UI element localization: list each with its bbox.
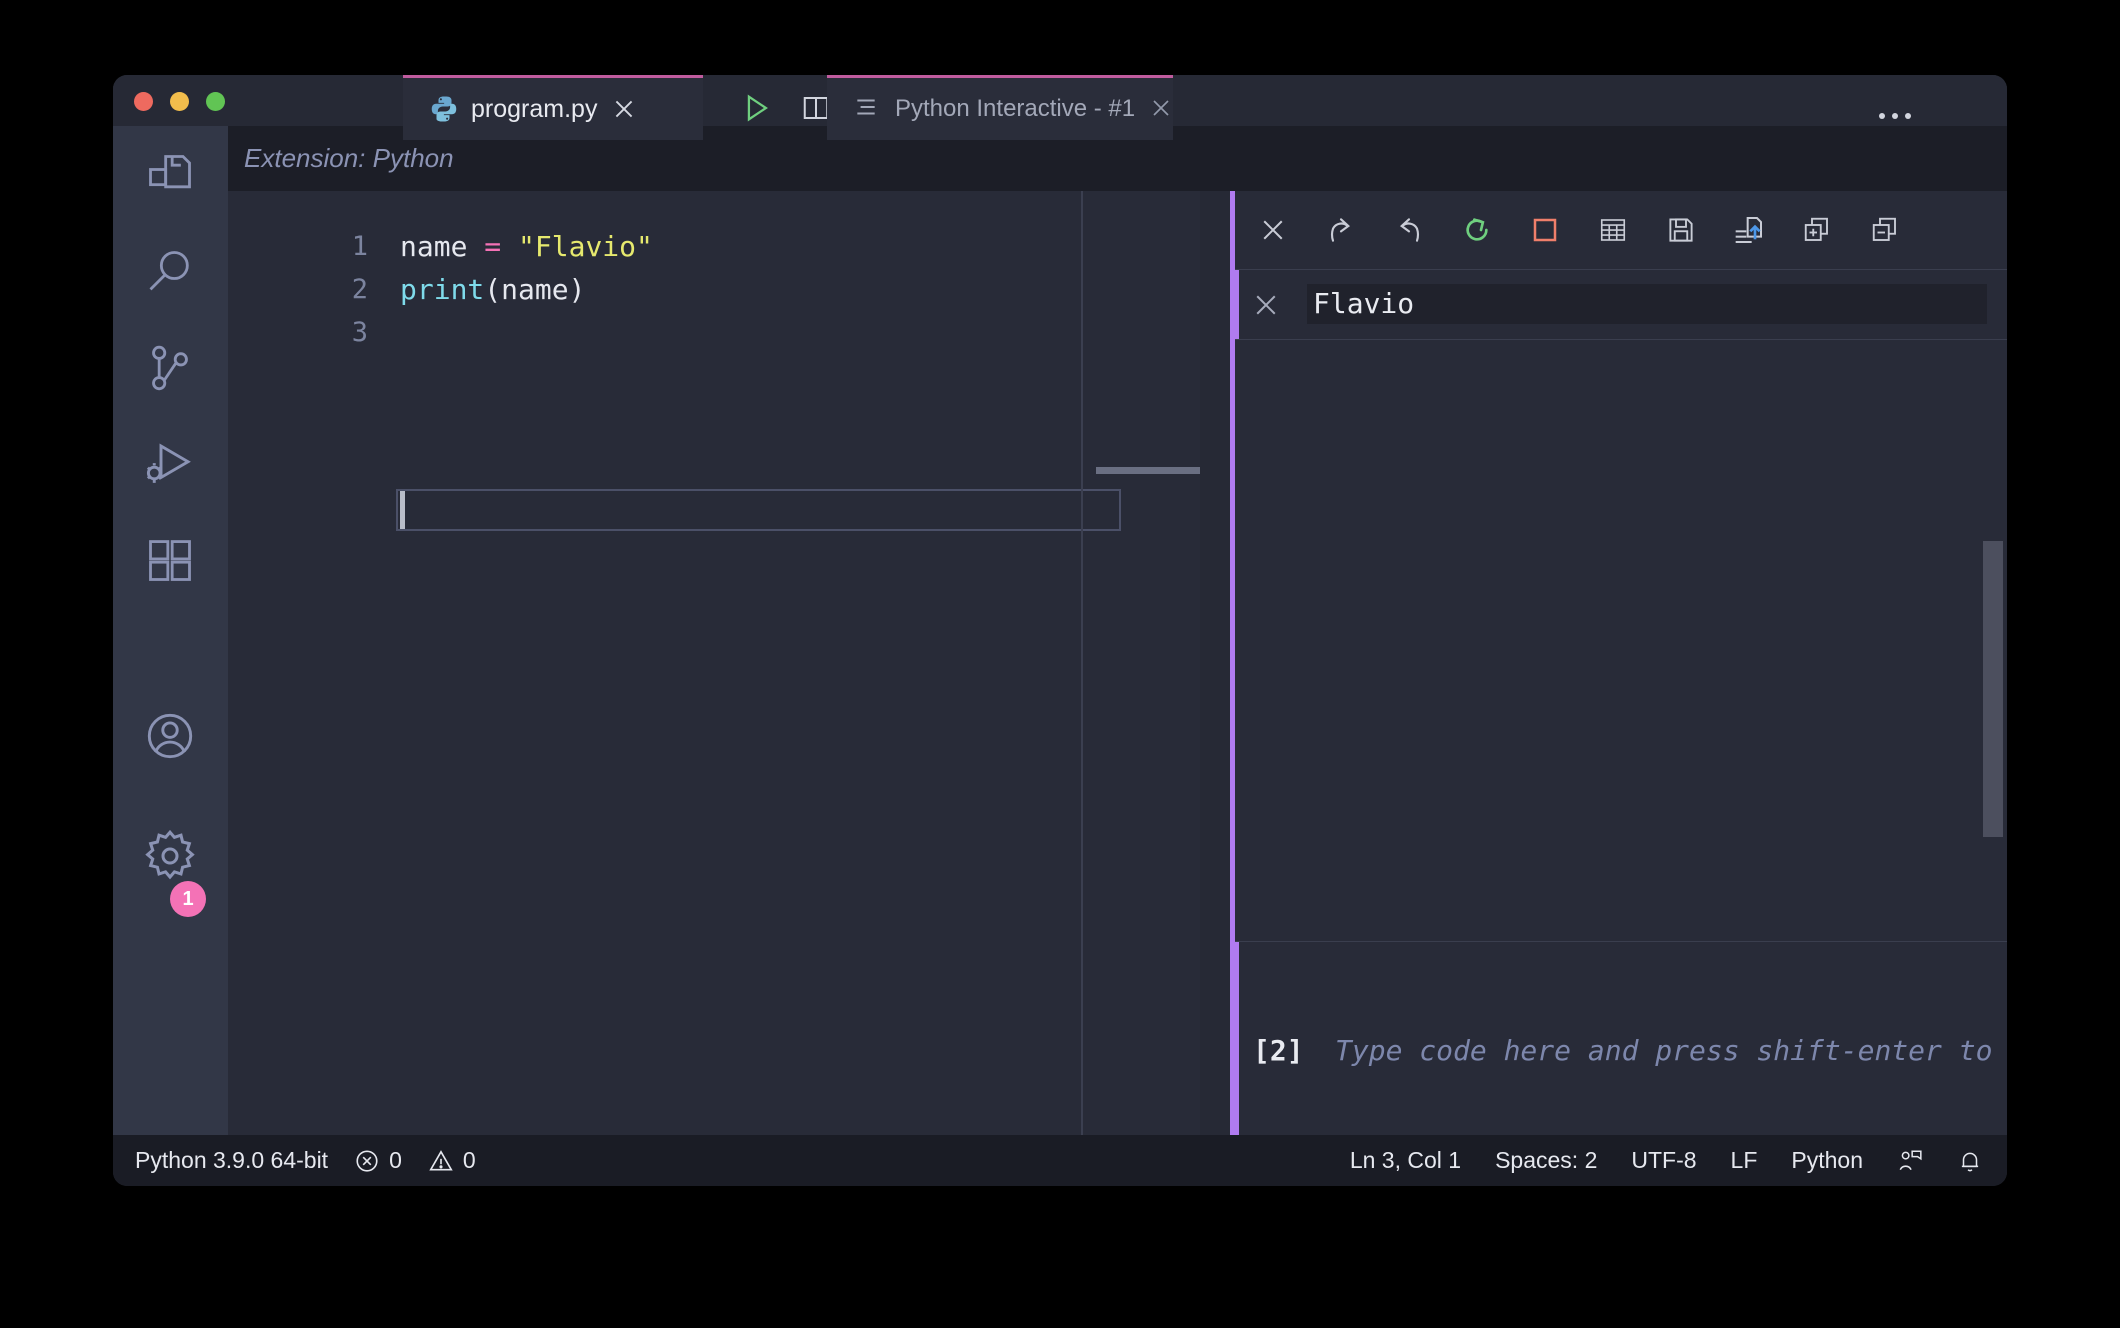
tab-program-py[interactable]: program.py (403, 75, 703, 140)
status-warnings-count: 0 (462, 1147, 476, 1173)
code-line: 1 name = "Flavio" (228, 225, 1200, 268)
gear-icon (142, 828, 198, 884)
sidebar-item-explorer[interactable] (140, 146, 200, 206)
token-function: print (400, 273, 485, 306)
close-icon[interactable] (611, 96, 637, 122)
code-editor[interactable]: 1 name = "Flavio" 2 print(name) 3 (228, 191, 1200, 1135)
save-notebook-button[interactable] (1663, 212, 1699, 248)
editor-horizontal-scrollbar[interactable] (1096, 467, 1200, 474)
input-cell[interactable]: [2] Type code here and press shift-enter… (1235, 941, 2007, 1135)
status-errors-count: 0 (389, 1147, 402, 1173)
status-language-mode-label: Python (1791, 1147, 1863, 1173)
status-language-mode[interactable]: Python (1791, 1147, 1863, 1174)
code-line: 2 print(name) (228, 268, 1200, 311)
python-interactive-panel: Flavio [2] Type code here and press shif… (1235, 191, 2007, 1135)
status-cursor-position-label: Ln 3, Col 1 (1349, 1147, 1462, 1173)
restart-kernel-button[interactable] (1459, 212, 1495, 248)
execution-count-label: [2] (1253, 1034, 1304, 1067)
account-icon (143, 709, 197, 763)
warning-triangle-icon (428, 1148, 454, 1174)
current-line-highlight (396, 489, 1121, 531)
export-as-notebook-button[interactable] (1731, 212, 1767, 248)
settings-badge-count: 1 (170, 881, 206, 917)
redo-button[interactable] (1323, 212, 1359, 248)
sidebar-item-search[interactable] (140, 242, 200, 302)
status-cursor-position[interactable]: Ln 3, Col 1 (1350, 1147, 1461, 1174)
bell-icon (1957, 1148, 1983, 1174)
screen: program.py (0, 0, 2120, 1328)
status-encoding[interactable]: UTF-8 (1631, 1147, 1696, 1174)
interactive-more-actions-icon[interactable] (1878, 99, 1912, 133)
vscode-window: program.py (113, 75, 2007, 1186)
code-line: 3 (228, 311, 1200, 354)
sidebar-item-manage-settings[interactable] (140, 826, 200, 886)
tab-label: Python Interactive - #1 (895, 95, 1136, 122)
close-icon[interactable] (1149, 96, 1175, 122)
token-plain: name (400, 230, 485, 263)
interactive-toolbar (1235, 191, 2007, 269)
status-bar-right: Ln 3, Col 1 Spaces: 2 UTF-8 LF Python (1350, 1147, 1983, 1174)
window-close-button[interactable] (134, 92, 153, 111)
status-python-interpreter[interactable]: Python 3.9.0 64-bit (135, 1147, 328, 1174)
sidebar-item-extensions[interactable] (140, 530, 200, 590)
status-bar-left: Python 3.9.0 64-bit 0 0 (135, 1147, 476, 1174)
line-number: 2 (351, 274, 368, 305)
status-python-interpreter-label: Python 3.9.0 64-bit (135, 1147, 329, 1173)
status-notifications[interactable] (1957, 1148, 1983, 1174)
files-icon (144, 150, 196, 202)
tab-label: program.py (471, 94, 598, 123)
extensions-icon (144, 534, 196, 586)
cell-selection-marker (1235, 942, 1239, 1135)
search-icon (144, 246, 196, 298)
python-icon (429, 94, 459, 124)
status-feedback[interactable] (1897, 1148, 1923, 1174)
activity-bar: 1 (113, 126, 228, 1135)
delete-cell-icon[interactable] (1251, 290, 1281, 320)
line-content: print(name) (400, 268, 585, 311)
expand-all-cells-button[interactable] (1799, 212, 1835, 248)
show-variables-button[interactable] (1595, 212, 1631, 248)
editor-right-edge (1081, 191, 1083, 1135)
tab-python-interactive[interactable]: Python Interactive - #1 (827, 75, 1173, 140)
token-operator: = (484, 230, 502, 263)
status-indentation[interactable]: Spaces: 2 (1495, 1147, 1597, 1174)
list-icon (853, 94, 883, 124)
window-maximize-button[interactable] (206, 92, 225, 111)
sidebar-item-accounts[interactable] (140, 706, 200, 766)
close-interactive-window-button[interactable] (1255, 212, 1291, 248)
status-eol-label: LF (1730, 1147, 1758, 1173)
interrupt-kernel-button[interactable] (1527, 212, 1563, 248)
status-errors[interactable]: 0 (354, 1147, 402, 1174)
feedback-person-icon (1897, 1148, 1923, 1174)
window-minimize-button[interactable] (170, 92, 189, 111)
line-number: 3 (351, 317, 368, 348)
error-circle-icon (354, 1148, 380, 1174)
token-string: "Flavio" (518, 230, 653, 263)
token-plain: (name) (484, 273, 586, 306)
cell-selection-marker (1235, 270, 1239, 339)
output-cell: Flavio (1235, 269, 2007, 340)
code-input-placeholder: Type code here and press shift-enter to … (1335, 1034, 2007, 1067)
text-cursor (400, 491, 405, 529)
sidebar-item-run-and-debug[interactable] (140, 434, 200, 494)
interactive-vertical-scrollbar[interactable] (1983, 541, 2003, 837)
run-python-file-button[interactable] (739, 91, 773, 125)
line-content: name = "Flavio" (400, 225, 653, 268)
status-bar: Python 3.9.0 64-bit 0 0 Ln 3, Col 1 Spac… (113, 1135, 2007, 1186)
undo-button[interactable] (1391, 212, 1427, 248)
sidebar-item-source-control[interactable] (140, 338, 200, 398)
status-indentation-label: Spaces: 2 (1495, 1147, 1598, 1173)
status-eol[interactable]: LF (1731, 1147, 1758, 1174)
status-warnings[interactable]: 0 (428, 1147, 476, 1174)
run-debug-icon (143, 437, 197, 491)
cell-output-text: Flavio (1307, 284, 1987, 324)
collapse-all-cells-button[interactable] (1867, 212, 1903, 248)
line-number: 1 (351, 231, 368, 262)
status-encoding-label: UTF-8 (1631, 1147, 1697, 1173)
source-control-icon (144, 342, 196, 394)
